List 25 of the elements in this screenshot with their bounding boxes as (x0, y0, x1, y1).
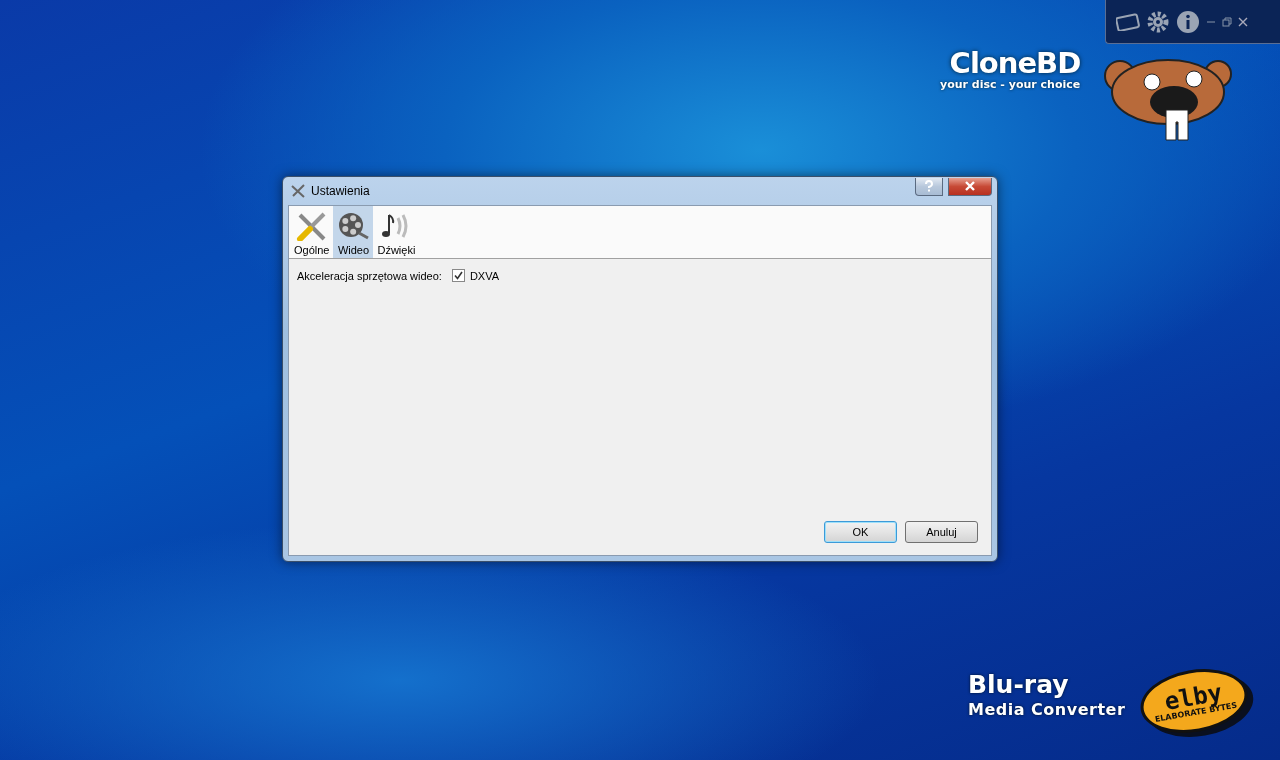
dialog-button[interactable]: Anuluj (905, 521, 978, 543)
settings-icon[interactable] (1146, 9, 1170, 34)
window-title: Ustawienia (311, 184, 371, 198)
product-subtitle: Media Converter (968, 700, 1126, 719)
film-reel-icon (337, 211, 370, 241)
question-mark-icon (924, 180, 934, 192)
tools-icon (290, 184, 306, 198)
tools-icon (295, 211, 328, 241)
close-button[interactable] (948, 177, 992, 196)
card-icon[interactable] (1116, 12, 1140, 31)
close-icon (964, 181, 976, 191)
settings-tab[interactable]: Ogólne (290, 206, 334, 258)
dialog-button[interactable]: OK (824, 521, 897, 543)
product-title: Blu-ray (968, 670, 1070, 700)
close-icon[interactable] (1238, 16, 1248, 27)
restore-icon[interactable] (1222, 16, 1232, 27)
info-icon[interactable] (1176, 9, 1200, 34)
checkbox-label: DXVA (469, 269, 500, 282)
brand-name: CloneBD (949, 46, 1081, 80)
help-button[interactable] (915, 177, 943, 196)
setting-label: Akceleracja sprzętowa wideo: (297, 269, 442, 282)
settings-tab[interactable]: Dźwięki (373, 206, 420, 258)
brand-tagline: your disc - your choice (940, 78, 1081, 91)
checkbox[interactable] (451, 269, 465, 282)
settings-tab[interactable]: Wideo (333, 206, 374, 258)
